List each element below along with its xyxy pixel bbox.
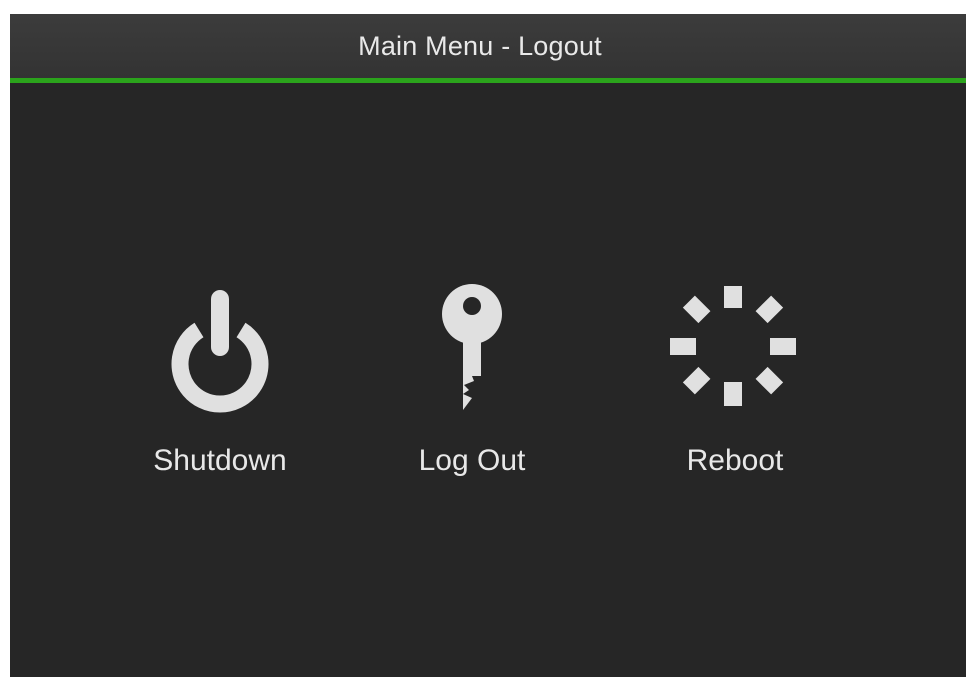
reboot-spinner-icon [635,284,835,414]
title-accent-line [10,78,966,83]
shutdown-label: Shutdown [153,444,287,477]
logout-dialog: Main Menu - Logout Shutdown Log Out Rebo… [10,14,966,677]
reboot-button[interactable]: Reboot [635,284,835,504]
power-icon [120,284,320,414]
shutdown-button[interactable]: Shutdown [120,284,320,504]
dialog-title: Main Menu - Logout [358,30,602,61]
title-bar: Main Menu - Logout [10,14,966,78]
key-icon [372,284,572,414]
logout-button[interactable]: Log Out [372,284,572,504]
reboot-label: Reboot [686,444,784,477]
logout-label: Log Out [418,444,526,477]
